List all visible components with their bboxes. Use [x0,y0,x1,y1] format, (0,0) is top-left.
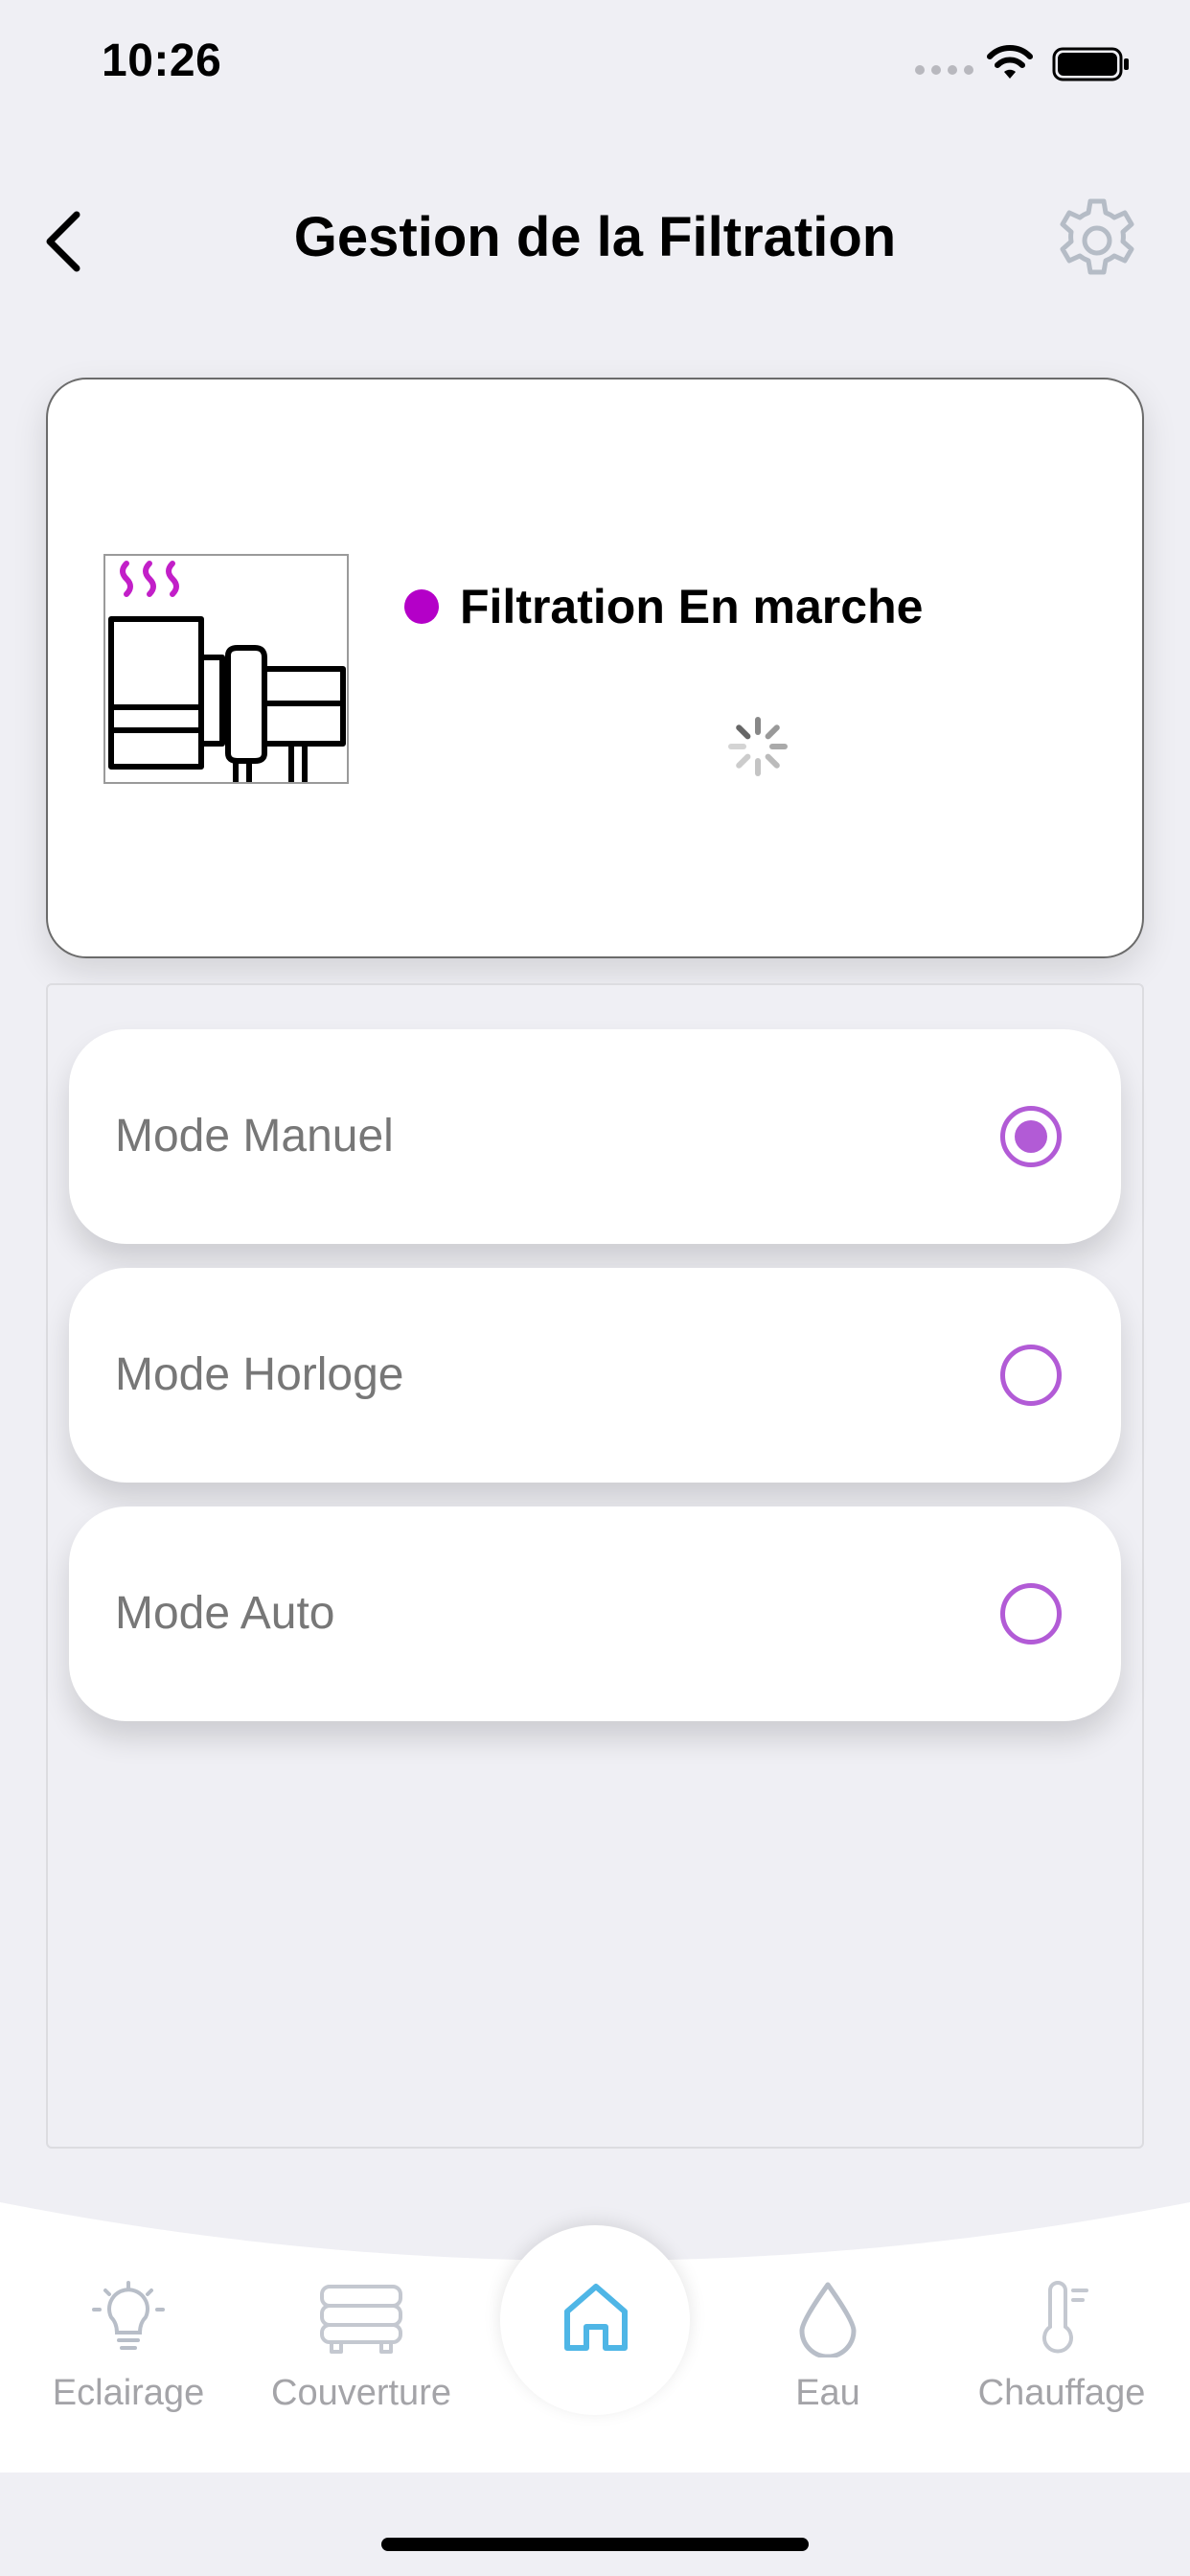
tab-couverture[interactable]: Couverture [261,2281,462,2414]
thermometer-icon [1042,2281,1088,2354]
tab-label: Eclairage [52,2373,205,2413]
water-drop-icon [799,2282,857,2358]
tab-label: Eau [795,2373,860,2413]
mode-option-auto[interactable]: Mode Auto [69,1506,1121,1721]
status-indicator-dot [404,589,439,624]
settings-button[interactable] [1050,194,1144,288]
filtration-status: Filtration En marche [404,579,923,634]
pump-heater-image [103,554,349,784]
lightbulb-icon [92,2281,165,2350]
home-indicator[interactable] [381,2538,809,2551]
cellular-signal-icon [915,65,973,75]
mode-option-manuel[interactable]: Mode Manuel [69,1029,1121,1244]
tab-home[interactable] [500,2225,690,2415]
mode-option-label: Mode Horloge [115,1349,404,1400]
screen: 10:26 Gestion de la Filtration Filtratio… [0,0,1190,2576]
tab-label: Couverture [271,2373,451,2413]
filtration-status-text: Filtration En marche [460,580,924,633]
gear-icon [1060,198,1134,275]
wifi-icon [987,45,1033,79]
radio-button[interactable] [1000,1345,1062,1406]
tab-eau[interactable]: Eau [759,2281,897,2414]
tab-label: Chauffage [977,2373,1146,2413]
loading-spinner-icon [728,717,788,776]
status-bar: 10:26 [0,0,1190,134]
pump-heater-icon [108,561,346,782]
mode-option-label: Mode Manuel [115,1111,394,1162]
mode-option-label: Mode Auto [115,1588,335,1639]
home-icon [564,2284,628,2351]
page-title: Gestion de la Filtration [293,206,897,268]
tab-chauffage[interactable]: Chauffage [964,2281,1159,2414]
pool-cover-icon [320,2285,402,2354]
radio-button-selected[interactable] [1000,1106,1062,1167]
filtration-status-card: Filtration En marche [46,378,1144,958]
status-time: 10:26 [102,35,222,86]
mode-option-horloge[interactable]: Mode Horloge [69,1268,1121,1483]
battery-icon [1052,47,1129,81]
radio-button[interactable] [1000,1583,1062,1644]
tab-eclairage[interactable]: Eclairage [44,2281,213,2414]
